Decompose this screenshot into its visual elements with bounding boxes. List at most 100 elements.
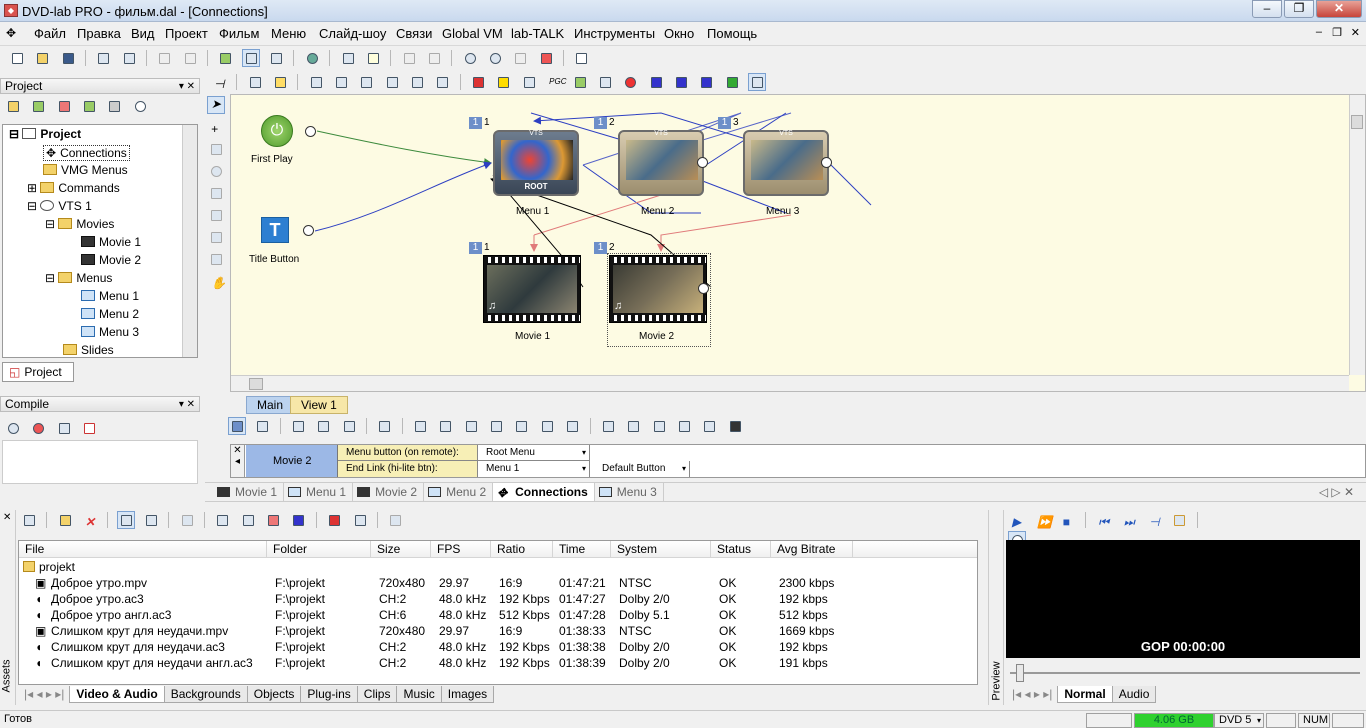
new-icon[interactable] [8, 49, 26, 67]
menu-project[interactable]: Проект [165, 26, 208, 41]
canvas-vscrollbar[interactable] [1349, 95, 1365, 375]
text-tool-icon[interactable] [207, 250, 225, 268]
props-plus1-icon[interactable] [462, 417, 480, 435]
movie2-port[interactable] [698, 283, 709, 294]
col-folder[interactable]: Folder [267, 541, 371, 558]
tree-item-connections[interactable]: ✥ Connections [43, 145, 130, 161]
delete-link-icon[interactable] [469, 73, 487, 91]
panel-close-icon[interactable]: ▾ ✕ [179, 80, 195, 94]
distribute2-icon[interactable] [433, 73, 451, 91]
title-button-port[interactable] [303, 225, 314, 236]
tabs-nav-icon[interactable]: |◂ ◂ ▸ ▸| [1006, 686, 1058, 703]
tab-clips[interactable]: Clips [356, 686, 398, 703]
table-row[interactable]: ▣ Слишком крут для неудачи.mpv F:\projekt… [19, 624, 959, 640]
connections-canvas[interactable]: ⏻ First Play T Title Button 1 1 VTS ROOT… [230, 94, 1366, 392]
col-avg-bitrate[interactable]: Avg Bitrate [771, 541, 853, 558]
menu-lab-talk[interactable]: lab-TALK [511, 26, 564, 41]
props-list-icon[interactable] [289, 417, 307, 435]
new-vts-icon[interactable] [131, 97, 149, 115]
chart-icon[interactable] [520, 73, 538, 91]
props-rect-icon[interactable] [436, 417, 454, 435]
align-bottom-icon[interactable] [332, 73, 350, 91]
props-box2-icon[interactable] [700, 417, 718, 435]
tree-item-vts1[interactable]: ⊟ VTS 1 [27, 199, 92, 213]
props-row2-extra[interactable]: Default Button ▾ [594, 461, 690, 477]
distribute-icon[interactable] [408, 73, 426, 91]
props-jump-icon[interactable] [538, 417, 556, 435]
tab-project[interactable]: ◱ Project [2, 362, 74, 382]
tt-icon[interactable] [672, 73, 690, 91]
compile-check-icon[interactable] [55, 419, 73, 437]
doc-tab-connections[interactable]: ✥ Connections [493, 483, 595, 501]
movie2-thumbnail[interactable]: ♫ [609, 255, 707, 323]
prev-frame-icon[interactable]: ⏮ [1094, 511, 1112, 529]
panel-close-icon[interactable]: ▾ ✕ [179, 398, 195, 412]
menu-tools[interactable]: Инструменты [574, 26, 655, 41]
menu-window[interactable]: Окно [664, 26, 694, 41]
props-row1-value[interactable]: Root Menu ▾ [478, 445, 590, 461]
assets-delete-icon[interactable]: ✕ [81, 511, 99, 529]
next-frame-icon[interactable]: ⏭ [1120, 511, 1138, 529]
props-box-icon[interactable] [375, 417, 393, 435]
table-row[interactable]: ◖ Доброе утро.ac3 F:\projekt CH:2 48.0 kHz 1… [19, 592, 959, 608]
tab-video-audio[interactable]: Video & Audio [69, 686, 165, 703]
disc-type-box[interactable]: DVD 5 ▾ [1214, 713, 1264, 728]
maximize-button[interactable]: ❐ [1284, 0, 1314, 18]
props-link-icon[interactable] [599, 417, 617, 435]
doc-tab-movie1[interactable]: Movie 1 [213, 483, 285, 501]
list-icon[interactable] [339, 49, 357, 67]
props-minus1-icon[interactable] [487, 417, 505, 435]
first-play-port[interactable] [305, 126, 316, 137]
props-all-icon[interactable] [411, 417, 429, 435]
col-system[interactable]: System [611, 541, 711, 558]
tab-images[interactable]: Images [440, 686, 495, 703]
mdi-minimize-button[interactable]: – [1316, 26, 1322, 38]
zoom-out-icon[interactable] [486, 49, 504, 67]
tree-item-menu2[interactable]: Menu 2 [81, 307, 139, 321]
align-icon[interactable] [307, 73, 325, 91]
color-icon[interactable] [494, 73, 512, 91]
tree-item-vmg-menus[interactable]: VMG Menus [43, 163, 128, 177]
tab-normal[interactable]: Normal [1057, 686, 1113, 703]
props-screen-icon[interactable] [253, 417, 271, 435]
mdi-close-button[interactable]: ✕ [1351, 26, 1360, 39]
table-row[interactable]: ▣ Доброе утро.mpv F:\projekt 720x480 29.97 1… [19, 576, 959, 592]
props-stack-icon[interactable] [563, 417, 581, 435]
assets-ac3-icon[interactable] [213, 511, 231, 529]
assets-mux-icon[interactable] [351, 511, 369, 529]
compile-icon[interactable] [303, 49, 321, 67]
pointer-tool-icon[interactable]: ➤ [207, 96, 225, 114]
app-menu-icon[interactable]: ✥ [6, 26, 22, 40]
new-menu-icon[interactable] [29, 97, 47, 115]
new-command-icon[interactable] [105, 97, 123, 115]
assets-equalizer-icon[interactable] [264, 511, 282, 529]
crosshair-tool-icon[interactable]: + [207, 118, 225, 136]
assets-image-icon[interactable] [289, 511, 307, 529]
col-ratio[interactable]: Ratio [491, 541, 553, 558]
title-button-icon[interactable]: T [261, 217, 289, 243]
compile-settings-icon[interactable] [4, 419, 22, 437]
paste-icon[interactable] [120, 49, 138, 67]
assets-open-icon[interactable] [56, 511, 74, 529]
tree-item-menus[interactable]: ⊟ Menus [45, 271, 112, 285]
hand-tool-icon[interactable]: ✋ [207, 272, 226, 290]
layers-icon[interactable] [241, 49, 260, 67]
menu-links[interactable]: Связи [396, 26, 432, 41]
tab-main[interactable]: Main [246, 396, 295, 414]
compile-run-icon[interactable] [29, 419, 47, 437]
dfx-icon[interactable] [425, 49, 443, 67]
mark-out-icon[interactable] [1170, 511, 1188, 529]
tab-backgrounds[interactable]: Backgrounds [163, 686, 248, 703]
pgc-icon[interactable]: PGC [545, 73, 566, 91]
stop-icon[interactable]: ■ [1059, 511, 1077, 529]
tabs-nav-icon[interactable]: |◂ ◂ ▸ ▸| [18, 686, 70, 703]
rotate-tool-icon[interactable] [207, 162, 225, 180]
props-row2-value[interactable]: Menu 1 ▾ [478, 461, 590, 477]
props-un-icon[interactable] [675, 417, 693, 435]
arrange-icon[interactable] [357, 73, 375, 91]
ab-tool-icon[interactable] [207, 206, 225, 224]
menu-slideshow[interactable]: Слайд-шоу [319, 26, 386, 41]
link-tool-icon[interactable] [207, 140, 225, 158]
timer-icon[interactable] [596, 73, 614, 91]
open-icon[interactable] [33, 49, 51, 67]
